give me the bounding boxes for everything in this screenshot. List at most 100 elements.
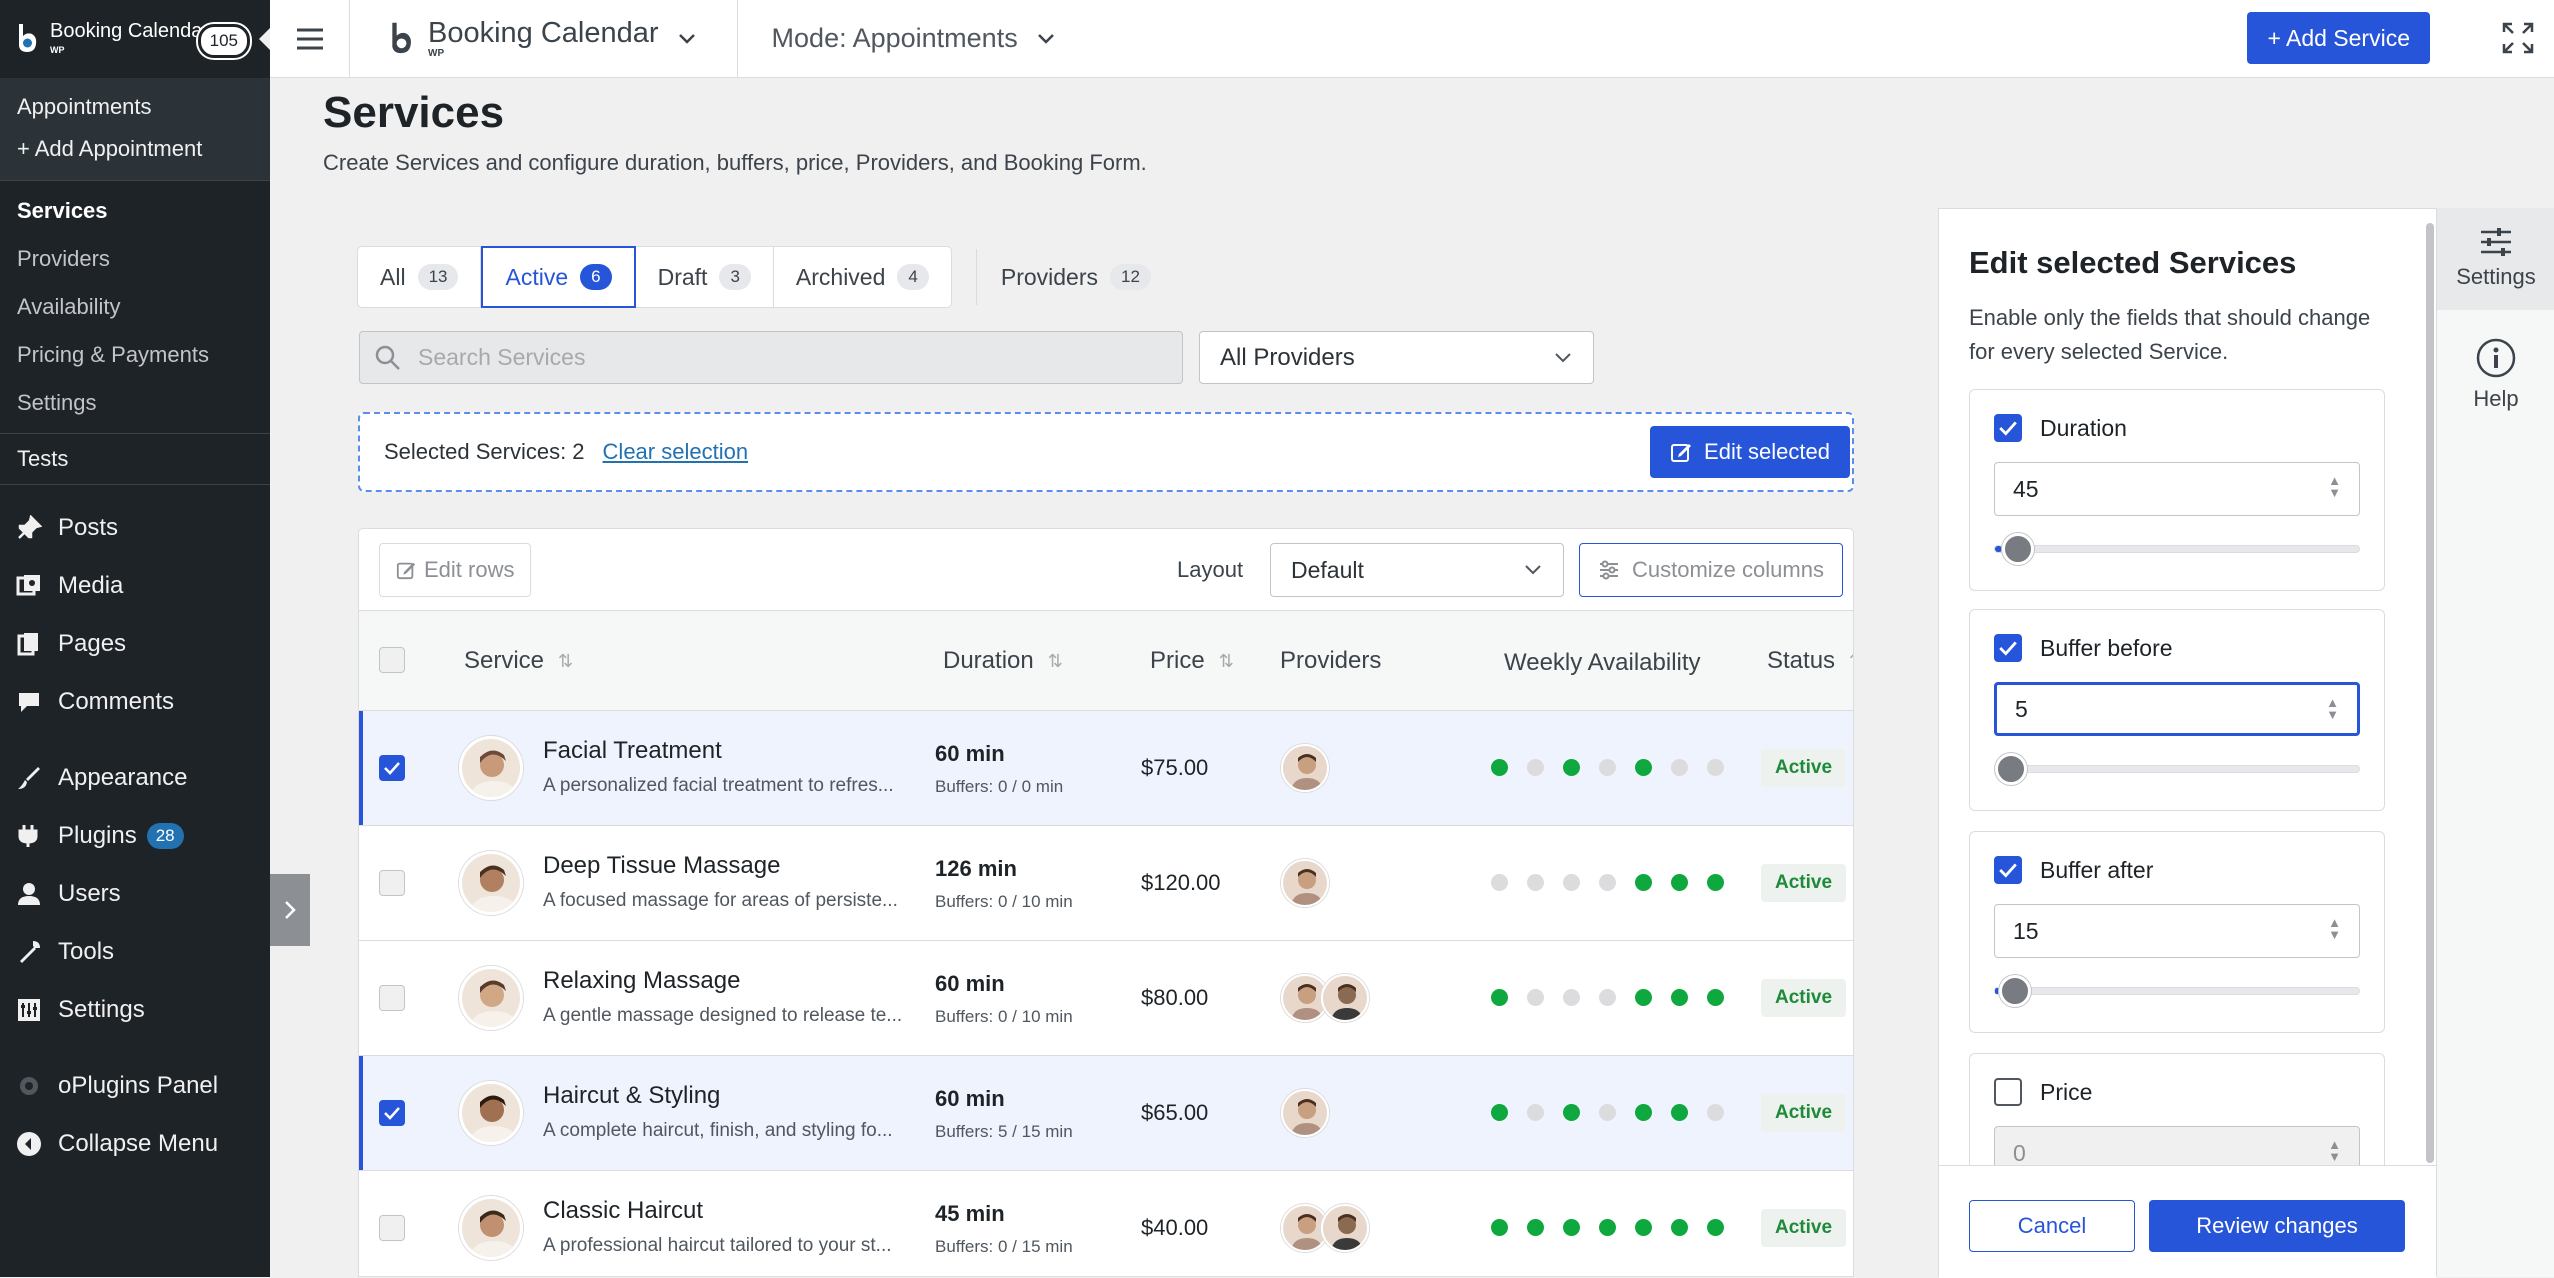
menu-settings[interactable]: Settings [0,981,270,1039]
row-checkbox[interactable] [379,1215,405,1241]
provider-avatar[interactable] [1281,859,1329,907]
top-bar: Booking Calendar WP Mode: Appointments +… [270,0,2554,78]
table-row[interactable]: Haircut & Styling A complete haircut, fi… [359,1056,1853,1171]
menu-collapse[interactable]: Collapse Menu [0,1115,270,1173]
provider-avatar[interactable] [1281,1089,1329,1137]
cancel-button[interactable]: Cancel [1969,1200,2135,1252]
service-name[interactable]: Classic Haircut [543,1197,703,1225]
search-input[interactable] [418,344,1178,371]
collapse-icon [14,1129,44,1159]
submenu-settings[interactable]: Settings [0,379,270,427]
row-checkbox[interactable] [379,985,405,1011]
fullscreen-icon[interactable] [2500,20,2536,56]
duration-slider[interactable] [1994,533,2360,565]
row-checkbox[interactable] [379,755,405,781]
availability-dot [1599,759,1616,776]
panel-scrollbar[interactable] [2426,223,2434,1163]
menu-label: oPlugins Panel [58,1072,219,1099]
col-status[interactable]: Status ⇅ [1767,647,1853,675]
chevron-right-icon [285,901,296,919]
clear-selection-link[interactable]: Clear selection [603,439,749,465]
rail-settings[interactable]: Settings [2437,208,2554,310]
slider-handle[interactable] [1998,975,2031,1007]
row-checkbox[interactable] [379,1100,405,1126]
edit-rows-button[interactable]: Edit rows [379,543,532,597]
booking-calendar-logo-icon [14,19,40,59]
menu-appearance[interactable]: Appearance [0,749,270,807]
tab-providers[interactable]: Providers 12 [975,249,1151,305]
service-name[interactable]: Relaxing Massage [543,967,740,995]
menu-comments[interactable]: Comments [0,673,270,731]
table-row[interactable]: Relaxing Massage A gentle massage design… [359,941,1853,1056]
expand-sidebar-toggle[interactable] [270,874,310,946]
service-name[interactable]: Deep Tissue Massage [543,852,780,880]
panel-description: Enable only the fields that should chang… [1969,305,2371,364]
buffer-before-input[interactable]: 5 ▲ ▼ [1994,682,2360,736]
menu-label: Settings [58,996,145,1023]
tab-archived[interactable]: Archived 4 [774,247,951,307]
service-providers [1281,974,1369,1022]
buffer-after-input[interactable]: 15 ▲ ▼ [1994,904,2360,958]
submenu-availability[interactable]: Availability [0,283,270,331]
stepper-icon[interactable]: ▲ ▼ [2328,916,2341,941]
menu-oplugins[interactable]: oPlugins Panel [0,1057,270,1115]
col-price[interactable]: Price ⇅ [1150,647,1234,675]
provider-avatar[interactable] [1321,1204,1369,1252]
submenu-services[interactable]: Services [0,187,270,235]
menu-users[interactable]: Users [0,865,270,923]
provider-filter-select[interactable]: All Providers [1199,331,1594,384]
duration-input[interactable]: 45 ▲ ▼ [1994,462,2360,516]
table-row[interactable]: Facial Treatment A personalized facial t… [359,711,1853,826]
stepper-icon[interactable]: ▲ ▼ [2328,1138,2341,1163]
customize-columns-button[interactable]: Customize columns [1579,543,1843,597]
menu-tools[interactable]: Tools [0,923,270,981]
service-name[interactable]: Facial Treatment [543,737,722,765]
add-service-button[interactable]: + Add Service [2247,12,2430,64]
plugin-submenu-2: Services Providers Availability Pricing … [0,181,270,433]
submenu-providers[interactable]: Providers [0,235,270,283]
mode-switcher[interactable]: Mode: Appointments [738,23,1056,54]
provider-avatar[interactable] [1281,744,1329,792]
edit-selected-button[interactable]: Edit selected [1650,426,1850,478]
table-row[interactable]: Deep Tissue Massage A focused massage fo… [359,826,1853,941]
brand-switcher[interactable]: Booking Calendar WP [350,0,738,78]
menu-posts[interactable]: Posts [0,499,270,557]
submenu-appointments[interactable]: Appointments [0,86,270,128]
service-price: $65.00 [1141,1100,1209,1125]
table-row[interactable]: Classic Haircut A professional haircut t… [359,1171,1853,1276]
review-changes-button[interactable]: Review changes [2149,1200,2405,1252]
menu-plugins[interactable]: Plugins 28 [0,807,270,865]
buffer-after-slider[interactable] [1994,975,2360,1007]
submenu-add-appointment[interactable]: + Add Appointment [0,128,270,170]
service-price: $40.00 [1141,1215,1209,1240]
row-checkbox[interactable] [379,870,405,896]
slider-handle[interactable] [1995,753,2027,785]
duration-checkbox[interactable] [1994,414,2022,442]
buffer-after-checkbox[interactable] [1994,856,2022,884]
submenu-tests[interactable]: Tests [0,434,270,484]
plugin-menu-header[interactable]: Booking Calendar WP 105 [0,0,271,78]
slider-handle[interactable] [2002,533,2035,565]
price-checkbox[interactable] [1994,1078,2022,1106]
rail-help[interactable]: Help [2437,338,2554,438]
hamburger-menu-icon[interactable] [270,0,350,78]
buffer-before-slider[interactable] [1994,753,2360,785]
col-duration[interactable]: Duration ⇅ [943,647,1063,675]
tab-active[interactable]: Active 6 [481,246,636,308]
provider-avatar[interactable] [1321,974,1369,1022]
menu-pages[interactable]: Pages [0,615,270,673]
layout-select[interactable]: Default [1270,543,1564,597]
menu-media[interactable]: Media [0,557,270,615]
buffer-before-checkbox[interactable] [1994,634,2022,662]
tab-draft[interactable]: Draft 3 [636,247,774,307]
stepper-icon[interactable]: ▲ ▼ [2328,474,2341,499]
submenu-pricing[interactable]: Pricing & Payments [0,331,270,379]
col-service[interactable]: Service ⇅ [464,647,573,675]
service-name[interactable]: Haircut & Styling [543,1082,720,1110]
availability-dot [1671,1219,1688,1236]
tab-all[interactable]: All 13 [358,247,482,307]
stepper-icon[interactable]: ▲ ▼ [2326,696,2339,721]
select-all-checkbox[interactable] [379,647,405,673]
price-value: 0 [2013,1139,2026,1166]
sliders-icon [2481,228,2511,256]
